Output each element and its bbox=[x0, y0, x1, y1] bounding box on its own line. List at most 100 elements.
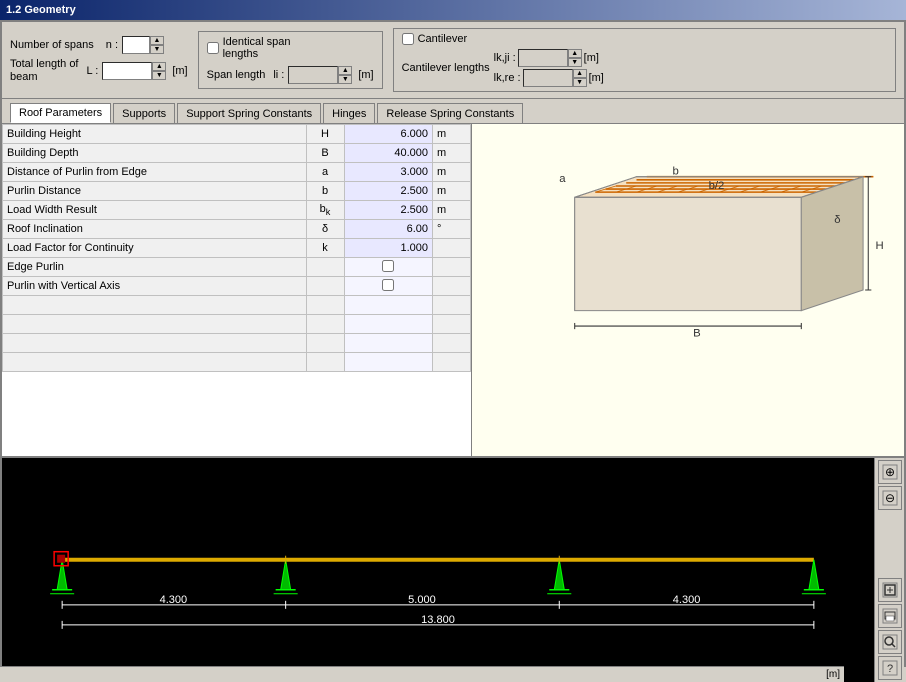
table-row: Load Factor for Continuity k bbox=[3, 239, 471, 258]
li-spinner: ▲ ▼ bbox=[338, 66, 352, 84]
tab-hinges[interactable]: Hinges bbox=[323, 103, 375, 123]
cantilever-row: Cantilever bbox=[402, 33, 887, 45]
lk-re-input-group: ▲ ▼ bbox=[523, 69, 587, 87]
row-symbol: bk bbox=[306, 201, 344, 220]
l-up-btn[interactable]: ▲ bbox=[152, 62, 166, 71]
row-label: Edge Purlin bbox=[3, 258, 307, 277]
fit-button[interactable] bbox=[878, 578, 902, 602]
edge-purlin-checkbox[interactable] bbox=[382, 260, 394, 272]
zoom-in-button[interactable]: ⊕ bbox=[878, 460, 902, 484]
li-input-group: ▲ ▼ bbox=[288, 66, 352, 84]
row-value bbox=[344, 239, 433, 258]
row-unit: m bbox=[433, 144, 471, 163]
row-label: Load Width Result bbox=[3, 201, 307, 220]
l-down-btn[interactable]: ▼ bbox=[152, 71, 166, 80]
row-label: Roof Inclination bbox=[3, 220, 307, 239]
bottom-section: 4.300 5.000 4.300 13.800 bbox=[2, 456, 904, 682]
lk-ji-input[interactable] bbox=[518, 49, 568, 67]
row-label: Purlin Distance bbox=[3, 182, 307, 201]
n-down-btn[interactable]: ▼ bbox=[150, 45, 164, 54]
num-spans-label: Number of spans bbox=[10, 39, 94, 51]
tab-roof-params[interactable]: Roof Parameters bbox=[10, 103, 111, 123]
svg-text:⊕: ⊕ bbox=[884, 465, 894, 479]
lk-re-down[interactable]: ▼ bbox=[573, 78, 587, 87]
tab-release-spring[interactable]: Release Spring Constants bbox=[377, 103, 523, 123]
zoom-out-button[interactable]: ⊖ bbox=[878, 486, 902, 510]
roof-diagram-svg: a b b/2 H δ B bbox=[472, 124, 904, 456]
H-label: H bbox=[875, 240, 883, 252]
B-label: B bbox=[693, 327, 701, 339]
purlin-edge-dist-input[interactable] bbox=[349, 166, 429, 178]
total-span-label: 13.800 bbox=[421, 614, 455, 626]
row-unit: m bbox=[433, 182, 471, 201]
roof-inclination-input[interactable] bbox=[349, 223, 429, 235]
lk-re-input[interactable] bbox=[523, 69, 573, 87]
lk-ji-row: lk,ji : ▲ ▼ [m] bbox=[494, 49, 604, 67]
help-button[interactable]: ? bbox=[878, 656, 902, 680]
svg-text:⊖: ⊖ bbox=[884, 491, 894, 505]
table-row bbox=[3, 353, 471, 372]
lk-ji-up[interactable]: ▲ bbox=[568, 49, 582, 58]
n-input-group: 3 ▲ ▼ bbox=[122, 36, 164, 54]
li-down-btn[interactable]: ▼ bbox=[338, 75, 352, 84]
svg-text:?: ? bbox=[886, 663, 892, 675]
print-button[interactable] bbox=[878, 604, 902, 628]
n-up-btn[interactable]: ▲ bbox=[150, 36, 164, 45]
total-length-group: Total length of beam L : 13.800 ▲ ▼ [m] bbox=[10, 58, 188, 84]
row-label: Building Depth bbox=[3, 144, 307, 163]
row-symbol bbox=[306, 277, 344, 296]
purlin-vertical-axis-checkbox[interactable] bbox=[382, 279, 394, 291]
span3-label: 4.300 bbox=[673, 594, 701, 606]
search-button[interactable] bbox=[878, 630, 902, 654]
a-label: a bbox=[559, 173, 566, 185]
l-spinner: ▲ ▼ bbox=[152, 62, 166, 80]
row-unit: m bbox=[433, 201, 471, 220]
window-title: 1.2 Geometry bbox=[6, 4, 76, 16]
span1-label: 4.300 bbox=[160, 594, 188, 606]
building-depth-input[interactable] bbox=[349, 147, 429, 159]
l-input-group: 13.800 ▲ ▼ bbox=[102, 62, 166, 80]
cantilever-checkbox[interactable] bbox=[402, 33, 414, 45]
table-row: Load Width Result bk m bbox=[3, 201, 471, 220]
table-row: Distance of Purlin from Edge a m bbox=[3, 163, 471, 182]
row-symbol: b bbox=[306, 182, 344, 201]
row-symbol: H bbox=[306, 125, 344, 144]
building-height-input[interactable] bbox=[349, 128, 429, 140]
load-width-input[interactable] bbox=[349, 204, 429, 216]
lk-re-up[interactable]: ▲ bbox=[573, 69, 587, 78]
li-label: li : bbox=[273, 69, 284, 81]
row-value bbox=[344, 144, 433, 163]
table-row: Building Height H m bbox=[3, 125, 471, 144]
diagram-section: a b b/2 H δ B bbox=[472, 124, 904, 456]
status-bar: [m] bbox=[2, 666, 844, 682]
search-icon bbox=[882, 634, 898, 650]
print-icon bbox=[882, 608, 898, 624]
lk-ji-unit: [m] bbox=[584, 52, 599, 64]
n-input[interactable]: 3 bbox=[122, 36, 150, 54]
num-spans-group: Number of spans n : 3 ▲ ▼ bbox=[10, 36, 188, 54]
zoom-in-icon: ⊕ bbox=[882, 464, 898, 480]
top-section: Number of spans n : 3 ▲ ▼ Total length o… bbox=[2, 22, 904, 99]
row-unit: ° bbox=[433, 220, 471, 239]
identical-spans-column: Identical spanlengths Span length li : ▲… bbox=[198, 31, 383, 89]
row-unit: m bbox=[433, 125, 471, 144]
li-up-btn[interactable]: ▲ bbox=[338, 66, 352, 75]
lk-re-unit: [m] bbox=[589, 72, 604, 84]
table-row: Edge Purlin bbox=[3, 258, 471, 277]
span2-label: 5.000 bbox=[408, 594, 436, 606]
identical-spans-checkbox[interactable] bbox=[207, 42, 219, 54]
params-table-section: Building Height H m Building Depth B bbox=[2, 124, 472, 456]
lk-ji-down[interactable]: ▼ bbox=[568, 58, 582, 67]
tab-spring-constants[interactable]: Support Spring Constants bbox=[177, 103, 321, 123]
row-value bbox=[344, 163, 433, 182]
lk-ji-label: lk,ji : bbox=[494, 52, 516, 64]
identical-spans-label: Identical spanlengths bbox=[223, 36, 291, 60]
delta-label: δ bbox=[834, 214, 840, 226]
l-input[interactable]: 13.800 bbox=[102, 62, 152, 80]
content-area: Building Height H m Building Depth B bbox=[2, 123, 904, 456]
li-input[interactable] bbox=[288, 66, 338, 84]
load-factor-input[interactable] bbox=[349, 242, 429, 254]
table-row bbox=[3, 334, 471, 353]
purlin-dist-input[interactable] bbox=[349, 185, 429, 197]
tab-supports[interactable]: Supports bbox=[113, 103, 175, 123]
